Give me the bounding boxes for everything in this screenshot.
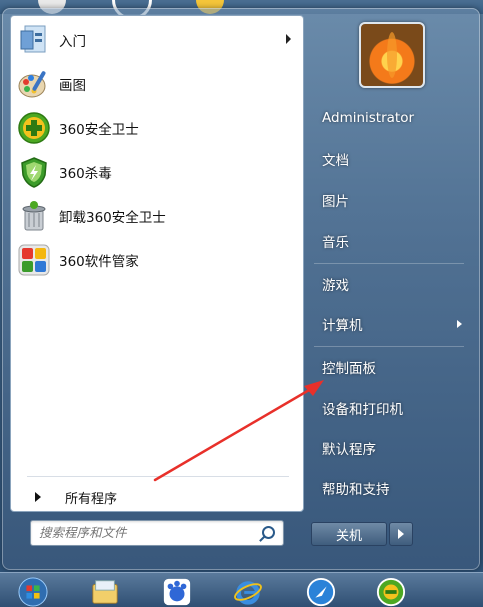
baidu-icon[interactable] [162, 577, 192, 607]
file-explorer-icon[interactable] [90, 577, 120, 607]
start-orb-icon[interactable] [18, 577, 48, 607]
internet-explorer-icon[interactable] [233, 577, 263, 607]
annotation-arrow [153, 380, 324, 482]
taskbar [0, 572, 483, 607]
360-browser-icon[interactable] [376, 577, 406, 607]
browser-icon[interactable] [306, 577, 336, 607]
